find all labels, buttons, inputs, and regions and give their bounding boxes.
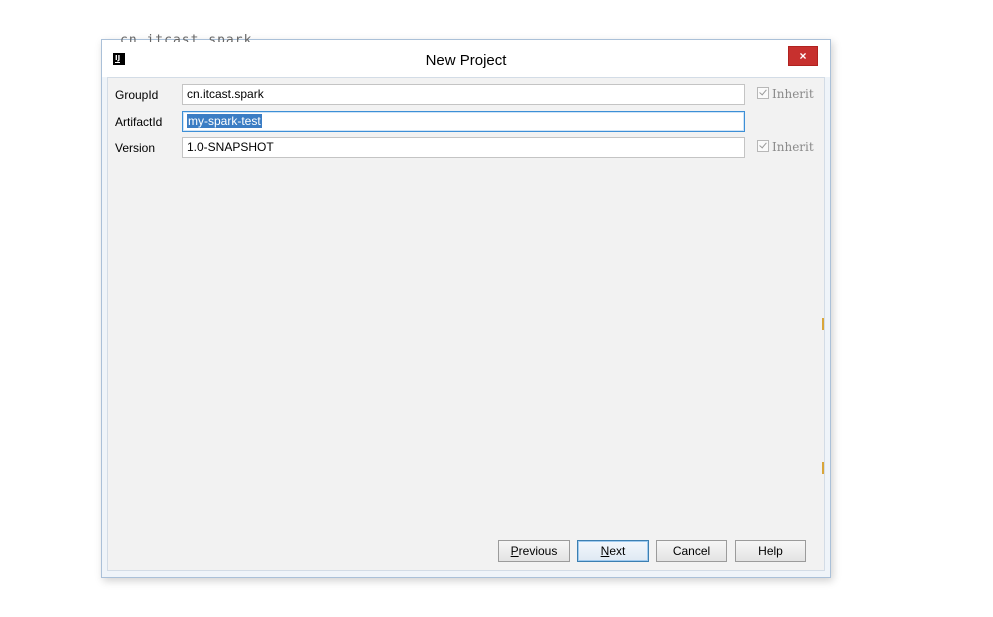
previous-mnemonic: P	[510, 544, 519, 558]
cancel-button[interactable]: Cancel	[656, 540, 727, 562]
artifact-id-label: ArtifactId	[115, 115, 163, 129]
group-id-inherit-checkbox[interactable]: Inherit	[757, 87, 814, 101]
version-inherit-checkbox[interactable]: Inherit	[757, 140, 814, 154]
checkbox-icon	[757, 140, 769, 152]
help-button[interactable]: Help	[735, 540, 806, 562]
group-id-label: GroupId	[115, 88, 159, 102]
title-bar[interactable]: cn.itcast.spark IJ New Project ×	[102, 34, 830, 77]
background-window-text: cn.itcast.spark	[120, 34, 253, 42]
next-label-rest: ext	[609, 544, 626, 558]
group-id-field[interactable]: cn.itcast.spark	[182, 84, 745, 105]
close-button[interactable]: ×	[788, 46, 818, 66]
group-id-row: GroupId cn.itcast.spark Inherit	[108, 84, 824, 106]
new-project-dialog: cn.itcast.spark IJ New Project × GroupId…	[101, 34, 831, 578]
dialog-title: New Project	[425, 52, 507, 69]
group-id-inherit-label: Inherit	[772, 87, 814, 101]
previous-button[interactable]: Previous	[498, 540, 570, 562]
next-button[interactable]: Next	[577, 540, 649, 562]
version-label: Version	[115, 141, 156, 155]
background-edge-mark	[822, 318, 824, 330]
version-inherit-label: Inherit	[772, 140, 814, 154]
previous-label-rest: revious	[518, 544, 558, 558]
artifact-id-selected-value: my-spark-test	[187, 114, 262, 128]
artifact-id-row: ArtifactId my-spark-test	[108, 111, 824, 133]
background-edge-mark	[822, 462, 824, 474]
version-field[interactable]: 1.0-SNAPSHOT	[182, 137, 745, 158]
artifact-id-field[interactable]: my-spark-test	[182, 111, 745, 132]
version-row: Version 1.0-SNAPSHOT Inherit	[108, 137, 824, 159]
dialog-content: GroupId cn.itcast.spark Inherit Artifact…	[107, 77, 825, 571]
checkbox-icon	[757, 87, 769, 99]
